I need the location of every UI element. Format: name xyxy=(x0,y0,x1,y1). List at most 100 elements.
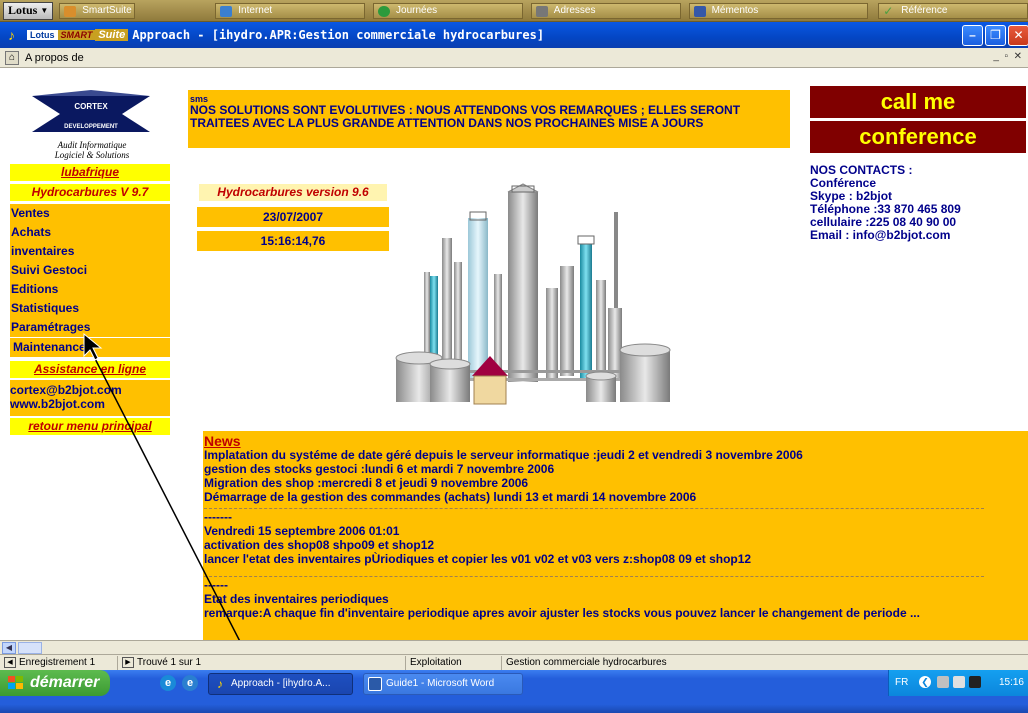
mdi-window-controls[interactable]: _ ▫ ✕ xyxy=(993,51,1022,62)
globe-icon xyxy=(378,5,391,17)
sidebar-item-statistiques[interactable]: Statistiques xyxy=(10,299,170,318)
checkmark-icon: ✓ xyxy=(883,3,894,18)
address-book-icon xyxy=(535,5,548,17)
maximize-button[interactable]: ❐ xyxy=(985,25,1006,46)
news-line: remarque:A chaque fin d'inventaire perio… xyxy=(204,606,920,620)
suite-tab-mementos[interactable]: Mémentos xyxy=(688,2,869,19)
menu-about[interactable]: A propos de xyxy=(25,52,84,64)
ie-icon[interactable]: e xyxy=(182,675,198,691)
home-icon[interactable]: ⌂ xyxy=(5,50,19,65)
close-button[interactable]: ✕ xyxy=(1008,25,1028,46)
suite-tab-label: Adresses xyxy=(553,5,596,16)
sidebar-item-achats[interactable]: Achats xyxy=(10,223,170,242)
conference-button[interactable]: conference xyxy=(810,121,1026,153)
logo-tagline: Audit Informatique xyxy=(57,140,127,150)
task-approach[interactable]: ♪ Approach - [ihydro.A... xyxy=(208,673,353,695)
contacts-panel: NOS CONTACTS : Conférence Skype : b2bjot… xyxy=(810,164,1020,242)
network-icon[interactable] xyxy=(937,676,949,688)
news-dashes: ------ xyxy=(204,578,228,592)
date-field: 23/07/2007 xyxy=(197,207,389,227)
clock: 15:16 xyxy=(998,677,1024,688)
scroll-left-icon[interactable]: ◀ xyxy=(2,642,16,654)
suite-tab-label: Journées xyxy=(396,5,438,16)
news-line: Vendredi 15 septembre 2006 01:01 xyxy=(204,524,400,538)
product-label: Hydrocarbures V 9.7 xyxy=(31,185,149,199)
found-label: Trouvé 1 sur 1 xyxy=(137,657,202,668)
sidebar-item-parametrages[interactable]: Paramétrages xyxy=(10,318,170,337)
sidebar-item-inventaires[interactable]: inventaires xyxy=(10,242,170,261)
window-title: Approach - [ihydro.APR:Gestion commercia… xyxy=(132,28,545,42)
scroll-thumb[interactable] xyxy=(18,642,42,654)
task-word[interactable]: Guide1 - Microsoft Word xyxy=(363,673,523,695)
lotus-label: Lotus xyxy=(8,3,38,17)
news-separator xyxy=(204,508,984,509)
ie-icon[interactable]: e xyxy=(160,675,176,691)
approach-app-icon: ♪ xyxy=(8,27,15,43)
contact-email-box: cortex@b2bjot.com www.b2bjot.com xyxy=(10,380,170,416)
news-line: Migration des shop :mercredi 8 et jeudi … xyxy=(204,476,529,490)
suite-tab-adresses[interactable]: Adresses xyxy=(530,2,681,19)
return-main-menu-link[interactable]: retour menu principal xyxy=(10,418,170,435)
language-indicator[interactable]: FR xyxy=(895,677,908,688)
sidebar-item-maintenance[interactable]: Maintenance xyxy=(10,337,170,357)
word-icon xyxy=(368,677,382,691)
call-me-button[interactable]: call me xyxy=(810,86,1026,118)
smart-logo: SMART xyxy=(57,30,96,40)
start-button[interactable]: démarrer xyxy=(0,670,110,696)
news-line: Démarrage de la gestion des commandes (a… xyxy=(204,490,697,504)
task-label: Guide1 - Microsoft Word xyxy=(386,678,495,689)
sidebar-item-suivi-gestoci[interactable]: Suivi Gestoci xyxy=(10,261,170,280)
lotus-menu-button[interactable]: Lotus ▼ xyxy=(3,1,54,20)
task-label: Approach - [ihydro.A... xyxy=(231,678,331,689)
contact-line: Email : info@b2bjot.com xyxy=(810,228,951,242)
monitor-icon[interactable] xyxy=(969,676,981,688)
minimize-button[interactable]: – xyxy=(962,25,983,46)
suite-logo: Suite xyxy=(95,29,129,41)
lotus-logo: Lotus xyxy=(27,30,58,40)
news-panel: News Implatation du systéme de date géré… xyxy=(203,431,1028,640)
news-dashes: ------- xyxy=(204,510,232,524)
windows-taskbar: démarrer e e ♪ Approach - [ihydro.A... G… xyxy=(0,670,1028,713)
suite-tab-label: Référence xyxy=(901,5,948,16)
assistance-link[interactable]: Assistance en ligne xyxy=(10,361,170,378)
tray-expand-icon[interactable]: ❮ xyxy=(919,676,931,688)
memo-icon xyxy=(693,5,706,17)
suite-tab-label: Internet xyxy=(238,5,273,16)
horizontal-scrollbar[interactable]: ◀ xyxy=(0,640,1028,654)
internet-icon xyxy=(220,5,233,17)
suite-tab-internet[interactable]: Internet xyxy=(215,2,366,19)
email-link[interactable]: cortex@b2bjot.com xyxy=(10,383,170,397)
status-bar: ◀ Enregistrement 1 ▶ Trouvé 1 sur 1 Expl… xyxy=(0,654,1028,670)
smartsuite-icon xyxy=(64,5,77,17)
suite-tab-smartsuite[interactable]: SmartSuite xyxy=(59,2,136,19)
news-line: Implatation du systéme de date géré depu… xyxy=(204,448,803,462)
speaker-icon[interactable] xyxy=(953,676,965,688)
system-tray: FR ❮ 15:16 xyxy=(888,670,1028,696)
suite-tab-journees[interactable]: Journées xyxy=(373,2,523,19)
lubafrique-link[interactable]: lubafrique xyxy=(10,164,170,181)
news-heading: News xyxy=(204,433,241,449)
suite-tab-label: SmartSuite xyxy=(82,5,132,16)
suite-tab-reference[interactable]: ✓ Référence xyxy=(878,2,1028,19)
smartsuite-bar: Lotus ▼ SmartSuite Internet Journées Adre… xyxy=(0,0,1028,22)
mode-indicator[interactable]: Exploitation xyxy=(406,655,502,670)
news-line: gestion des stocks gestoci :lundi 6 et m… xyxy=(204,462,555,476)
approach-app-icon: ♪ xyxy=(217,677,223,691)
mode-label: Exploitation xyxy=(410,657,462,668)
windows-flag-icon xyxy=(8,676,23,689)
logo-name: CORTEX xyxy=(74,102,108,111)
news-line: activation des shop08 shpo09 et shop12 xyxy=(204,538,435,552)
found-indicator[interactable]: ▶ Trouvé 1 sur 1 xyxy=(118,655,406,670)
time-field: 15:16:14,76 xyxy=(197,231,389,251)
menu-bar: ⌂ A propos de _ ▫ ✕ xyxy=(0,48,1028,68)
logo-subtitle: DEVELOPPEMENT xyxy=(64,124,118,130)
sms-text: NOS SOLUTIONS SONT EVOLUTIVES : NOUS ATT… xyxy=(190,103,741,130)
website-link[interactable]: www.b2bjot.com xyxy=(10,397,170,411)
sidebar-item-editions[interactable]: Editions xyxy=(10,280,170,299)
suite-tab-label: Mémentos xyxy=(711,5,759,16)
form-indicator[interactable]: Gestion commerciale hydrocarbures xyxy=(502,656,702,670)
record-indicator[interactable]: ◀ Enregistrement 1 xyxy=(0,655,118,670)
sidebar-item-ventes[interactable]: Ventes xyxy=(10,204,170,223)
cortex-logo: CORTEX DEVELOPPEMENT xyxy=(32,90,150,132)
record-nav-icon: ◀ xyxy=(4,657,16,668)
